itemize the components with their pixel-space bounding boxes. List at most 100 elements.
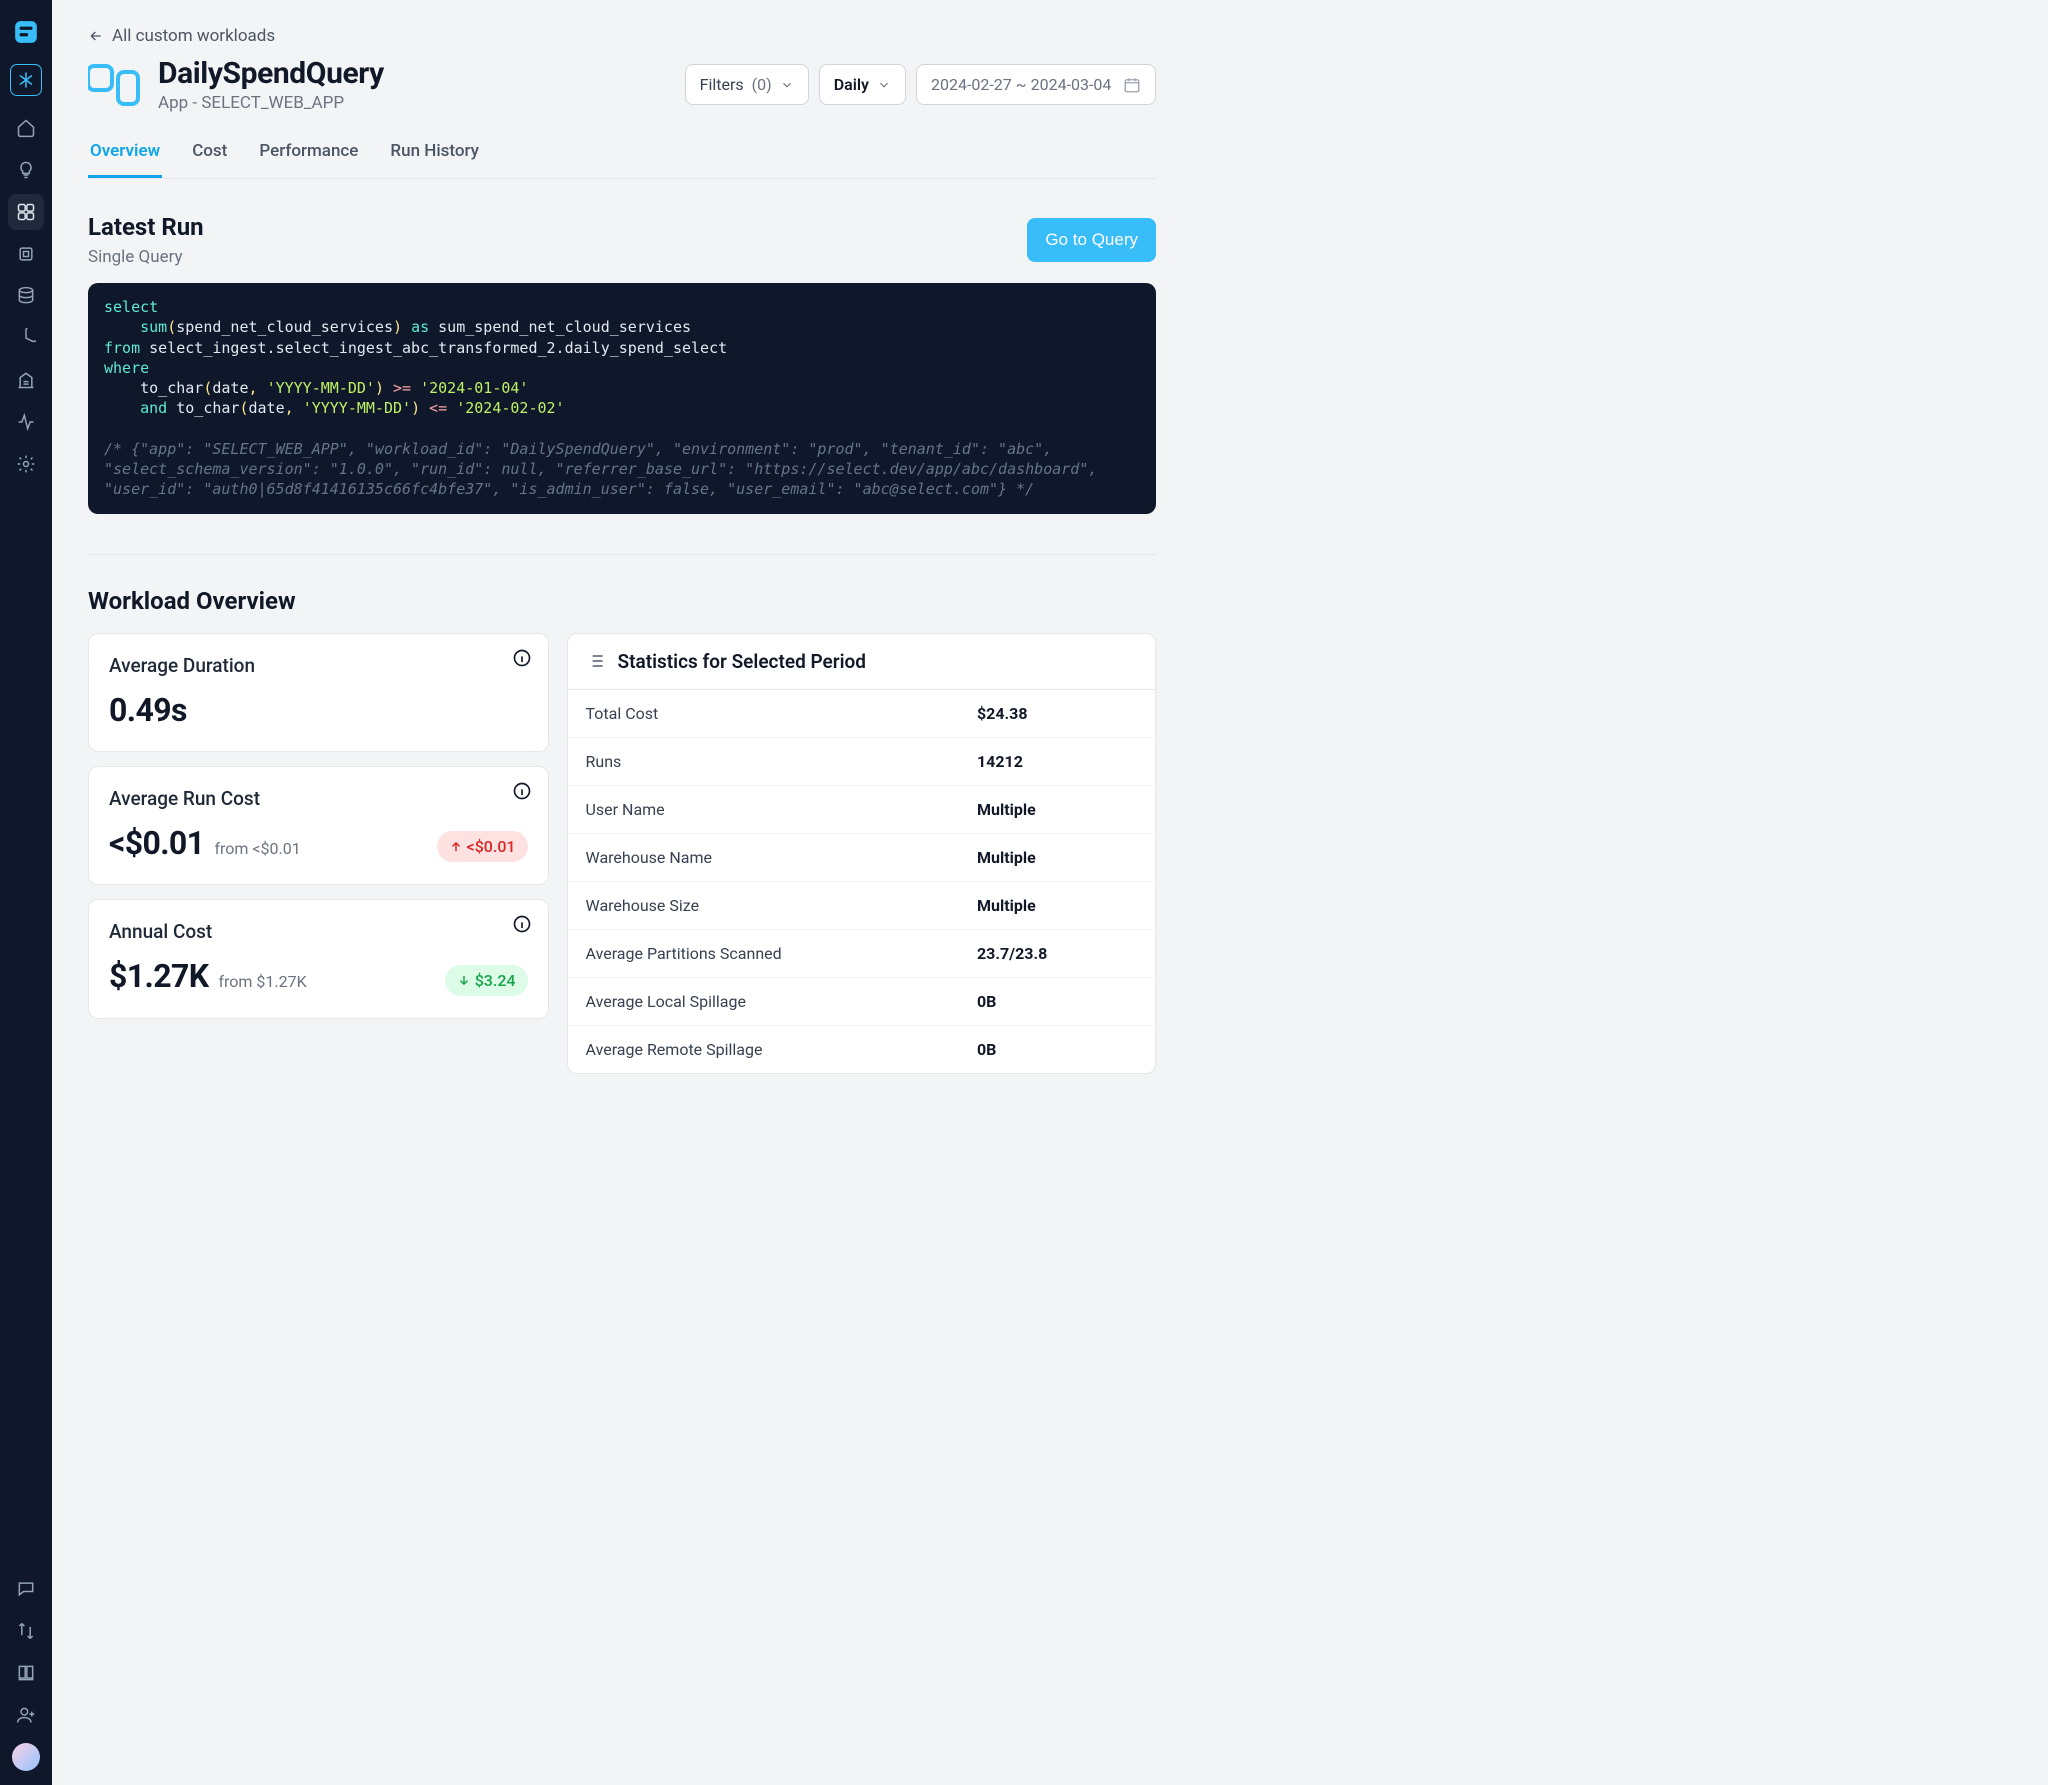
stats-title: Statistics for Selected Period	[618, 650, 866, 673]
page-title: DailySpendQuery	[158, 56, 384, 91]
sql-token: <=	[429, 399, 447, 417]
stats-row: Warehouse NameMultiple	[568, 834, 1155, 882]
period-button[interactable]: Daily	[819, 64, 906, 105]
back-link[interactable]: All custom workloads	[88, 26, 275, 46]
sql-comment: /* {"app": "SELECT_WEB_APP", "workload_i…	[104, 440, 1106, 499]
tab-performance[interactable]: Performance	[257, 131, 360, 178]
stats-value: 0B	[977, 1040, 1137, 1059]
chevron-down-icon	[780, 78, 794, 92]
overview-grid: Average Duration 0.49s Average Run Cost …	[88, 633, 1156, 1074]
activity-icon[interactable]	[8, 404, 44, 440]
snowflake-icon[interactable]	[10, 64, 42, 96]
sql-token: to_char	[176, 399, 239, 417]
stats-row: Runs14212	[568, 738, 1155, 786]
stats-label: Average Remote Spillage	[586, 1040, 763, 1059]
metric-label: Average Duration	[109, 654, 528, 677]
add-user-icon[interactable]	[8, 1697, 44, 1733]
avatar[interactable]	[12, 1743, 40, 1771]
info-icon[interactable]	[512, 781, 532, 801]
date-range-label: 2024-02-27 ~ 2024-03-04	[931, 75, 1111, 94]
tab-run-history[interactable]: Run History	[388, 131, 481, 178]
chip-icon[interactable]	[8, 236, 44, 272]
metric-from: from $1.27K	[218, 972, 306, 991]
app-logo	[8, 14, 44, 50]
stats-label: Total Cost	[586, 704, 659, 723]
lightbulb-icon[interactable]	[8, 152, 44, 188]
latest-run-title: Latest Run	[88, 213, 204, 241]
sql-token: sum_spend_net_cloud_services	[438, 318, 691, 336]
stats-row: Average Local Spillage 0B	[568, 978, 1155, 1026]
filters-button[interactable]: Filters (0)	[685, 64, 809, 105]
dashboard-icon[interactable]	[8, 194, 44, 230]
sql-token: date	[249, 399, 285, 417]
stats-value: Multiple	[977, 800, 1137, 819]
sql-token: from	[104, 339, 140, 357]
sql-code-block: select sum(spend_net_cloud_services) as …	[88, 283, 1156, 514]
sql-token: select_ingest.select_ingest_abc_transfor…	[149, 339, 727, 357]
pie-chart-icon[interactable]	[8, 320, 44, 356]
info-icon[interactable]	[512, 914, 532, 934]
stats-label: Warehouse Name	[586, 848, 713, 867]
metric-card-duration: Average Duration 0.49s	[88, 633, 549, 752]
stats-label: Average Local Spillage	[586, 992, 746, 1011]
sql-token: >=	[393, 379, 411, 397]
date-range-picker[interactable]: 2024-02-27 ~ 2024-03-04	[916, 64, 1156, 105]
stats-row: Average Remote Spillage 0B	[568, 1026, 1155, 1073]
metric-card-run-cost: Average Run Cost <$0.01 from <$0.01 <$0.…	[88, 766, 549, 886]
metric-value: $1.27K	[109, 957, 208, 995]
stats-value: 0B	[977, 992, 1137, 1011]
filters-count: (0)	[752, 75, 772, 94]
latest-run-subtitle: Single Query	[88, 247, 204, 267]
arrow-left-icon	[88, 28, 104, 44]
workload-icon	[88, 64, 142, 106]
chat-icon[interactable]	[8, 1571, 44, 1607]
arrow-down-icon	[457, 973, 471, 987]
metrics-column: Average Duration 0.49s Average Run Cost …	[88, 633, 549, 1074]
stats-label: Average Partitions Scanned	[586, 944, 782, 963]
building-icon[interactable]	[8, 362, 44, 398]
sidebar-nav	[0, 0, 52, 1785]
chevron-down-icon	[877, 78, 891, 92]
gear-icon[interactable]	[8, 446, 44, 482]
stats-label: Warehouse Size	[586, 896, 700, 915]
sql-token: '2024-02-02'	[456, 399, 564, 417]
sql-token: '2024-01-04'	[420, 379, 528, 397]
tabs: Overview Cost Performance Run History	[88, 131, 1156, 179]
stats-row: Warehouse Size Multiple	[568, 882, 1155, 930]
metric-delta-down: $3.24	[445, 965, 528, 996]
metric-delta-value: $3.24	[475, 971, 516, 990]
metric-from: from <$0.01	[214, 839, 300, 858]
period-label: Daily	[834, 75, 869, 94]
stats-value: 14212	[977, 752, 1137, 771]
book-icon[interactable]	[8, 1655, 44, 1691]
stats-panel: Statistics for Selected Period Total Cos…	[567, 633, 1156, 1074]
tab-cost[interactable]: Cost	[190, 131, 229, 178]
arrow-up-icon	[449, 840, 463, 854]
stats-label: User Name	[586, 800, 665, 819]
metric-delta-value: <$0.01	[467, 837, 516, 856]
sql-token: 'YYYY-MM-DD'	[303, 399, 411, 417]
calendar-icon	[1123, 76, 1141, 94]
back-link-label: All custom workloads	[112, 26, 275, 46]
page-subtitle: App - SELECT_WEB_APP	[158, 93, 384, 113]
home-icon[interactable]	[8, 110, 44, 146]
metric-label: Average Run Cost	[109, 787, 528, 810]
sql-token: to_char	[140, 379, 203, 397]
sql-token: 'YYYY-MM-DD'	[267, 379, 375, 397]
stats-row: User Name Multiple	[568, 786, 1155, 834]
page-header: DailySpendQuery App - SELECT_WEB_APP Fil…	[88, 56, 1156, 113]
stats-value: 23.7/23.8	[977, 944, 1137, 963]
sql-token: sum	[140, 318, 167, 336]
stats-header: Statistics for Selected Period	[568, 634, 1155, 690]
transfer-icon[interactable]	[8, 1613, 44, 1649]
stats-value: Multiple	[977, 896, 1137, 915]
tab-overview[interactable]: Overview	[88, 131, 162, 178]
overview-title: Workload Overview	[88, 554, 1156, 615]
go-to-query-button[interactable]: Go to Query	[1027, 218, 1156, 262]
sql-token: spend_net_cloud_services	[176, 318, 393, 336]
main-content: All custom workloads DailySpendQuery App…	[52, 0, 1192, 1785]
metric-card-annual-cost: Annual Cost $1.27K from $1.27K $3.24	[88, 899, 549, 1019]
info-icon[interactable]	[512, 648, 532, 668]
database-icon[interactable]	[8, 278, 44, 314]
stats-row: Average Partitions Scanned 23.7/23.8	[568, 930, 1155, 978]
